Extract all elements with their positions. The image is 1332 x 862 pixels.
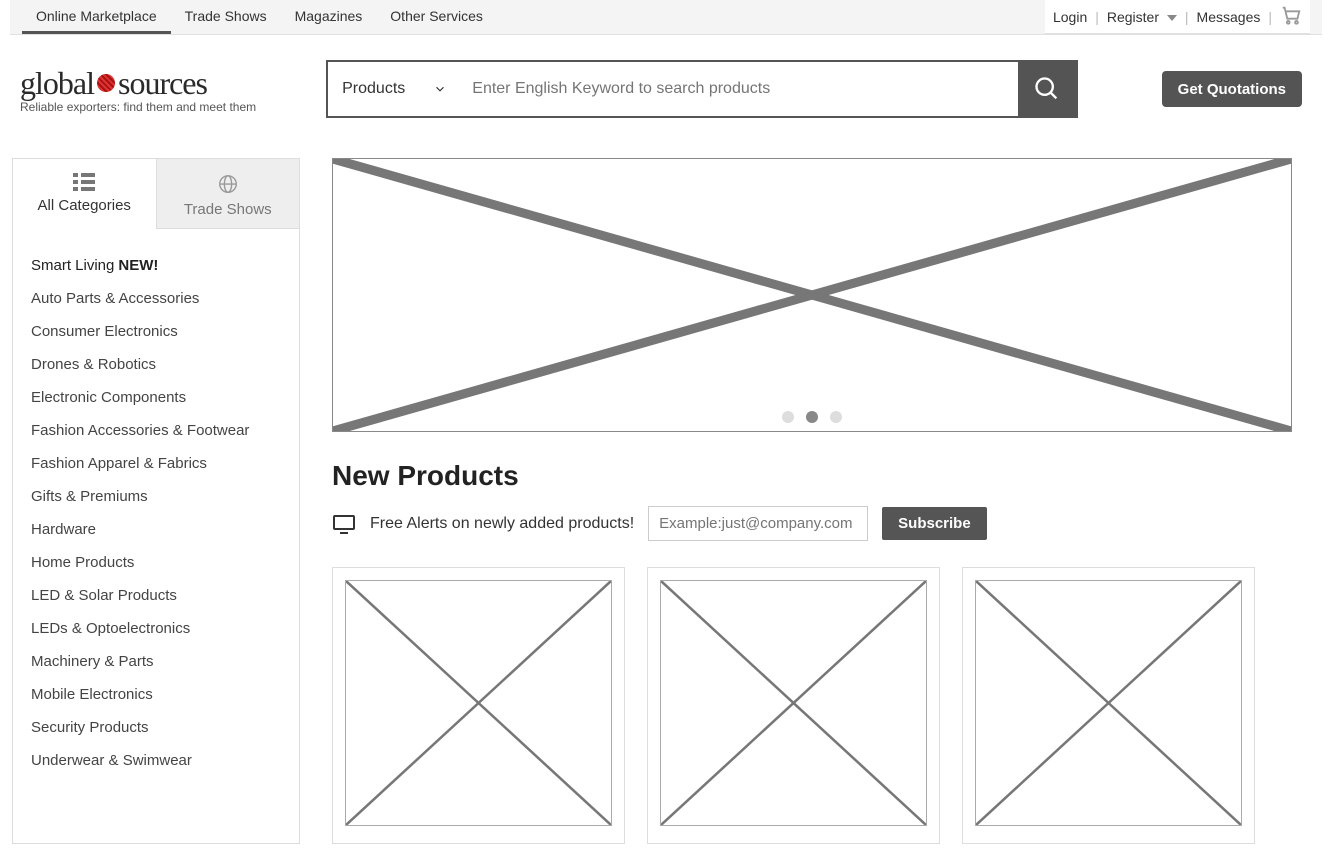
alerts-text: Free Alerts on newly added products! [370,515,634,533]
category-item[interactable]: Gifts & Premiums [31,480,281,513]
logo-text-post: sources [118,65,207,102]
category-item[interactable]: Consumer Electronics [31,315,281,348]
category-item[interactable]: Machinery & Parts [31,645,281,678]
category-item[interactable]: Electronic Components [31,381,281,414]
search-icon [1033,75,1061,103]
category-item[interactable]: Mobile Electronics [31,678,281,711]
category-list: Smart LivingNEW! Auto Parts & Accessories… [13,229,299,789]
product-grid [332,567,1292,844]
category-label: LEDs & Optoelectronics [31,620,190,637]
category-label: Mobile Electronics [31,686,153,703]
category-label: Machinery & Parts [31,653,154,670]
header: global sources Reliable exporters: find … [0,35,1332,143]
carousel-dot[interactable] [830,411,842,423]
logo-mark-icon [97,74,115,92]
main-area: All Categories Trade Shows Smart LivingN… [0,143,1332,844]
new-products-heading: New Products [332,460,1292,492]
category-label: Underwear & Swimwear [31,752,192,769]
content: New Products Free Alerts on newly added … [332,158,1292,844]
product-card[interactable] [332,567,625,844]
category-item[interactable]: Underwear & Swimwear [31,744,281,777]
carousel-dots [333,411,1291,423]
cart-icon[interactable] [1280,4,1302,29]
category-item[interactable]: Security Products [31,711,281,744]
category-item[interactable]: Drones & Robotics [31,348,281,381]
monitor-icon [332,514,356,534]
image-placeholder-icon [660,580,927,826]
category-label: Smart Living [31,257,114,274]
sidebar-tab-label: All Categories [38,197,131,214]
search-bar: Products [326,60,1078,118]
nav-online-marketplace[interactable]: Online Marketplace [22,0,171,34]
alerts-email-input[interactable] [648,506,868,541]
register-link[interactable]: Register [1107,9,1177,25]
logo-text-pre: global [20,65,94,102]
image-placeholder-icon [333,159,1291,431]
image-placeholder-icon [345,580,612,826]
top-nav-right: Login | Register | Messages | [1045,0,1310,34]
category-item[interactable]: LEDs & Optoelectronics [31,612,281,645]
search-category-dropdown[interactable]: Products [328,62,462,116]
nav-trade-shows[interactable]: Trade Shows [171,0,281,34]
logo-tagline: Reliable exporters: find them and meet t… [20,100,256,114]
carousel-dot[interactable] [782,411,794,423]
category-label: Security Products [31,719,149,736]
product-card[interactable] [962,567,1255,844]
login-link[interactable]: Login [1053,9,1087,25]
nav-other-services[interactable]: Other Services [376,0,497,34]
chevron-down-icon [1167,15,1177,21]
get-quotations-button[interactable]: Get Quotations [1162,71,1302,107]
category-item[interactable]: LED & Solar Products [31,579,281,612]
category-label: LED & Solar Products [31,587,177,604]
category-label: Electronic Components [31,389,186,406]
alerts-row: Free Alerts on newly added products! Sub… [332,506,1292,541]
sidebar-tab-tradeshows[interactable]: Trade Shows [156,159,300,229]
sidebar: All Categories Trade Shows Smart LivingN… [12,158,300,844]
category-item[interactable]: Auto Parts & Accessories [31,282,281,315]
search-input[interactable] [462,62,1017,116]
category-label: Gifts & Premiums [31,488,148,505]
subscribe-button[interactable]: Subscribe [882,507,987,540]
category-label: Home Products [31,554,134,571]
sidebar-tab-categories[interactable]: All Categories [13,159,156,229]
top-utility-bar: Online Marketplace Trade Shows Magazines… [10,0,1322,35]
category-label: Fashion Accessories & Footwear [31,422,249,439]
product-card[interactable] [647,567,940,844]
category-label: Consumer Electronics [31,323,178,340]
separator: | [1095,9,1099,25]
category-label: Hardware [31,521,96,538]
category-item[interactable]: Hardware [31,513,281,546]
messages-link[interactable]: Messages [1197,9,1261,25]
register-label: Register [1107,9,1159,25]
top-nav-left: Online Marketplace Trade Shows Magazines… [22,0,497,34]
category-item[interactable]: Fashion Apparel & Fabrics [31,447,281,480]
hero-carousel[interactable] [332,158,1292,432]
chevron-down-icon [433,82,447,96]
logo[interactable]: global sources Reliable exporters: find … [20,65,256,114]
globe-icon [217,173,239,195]
category-item[interactable]: Fashion Accessories & Footwear [31,414,281,447]
nav-magazines[interactable]: Magazines [281,0,377,34]
category-label: Fashion Apparel & Fabrics [31,455,207,472]
separator: | [1185,9,1189,25]
image-placeholder-icon [975,580,1242,826]
sidebar-tab-label: Trade Shows [184,201,272,218]
category-label: Auto Parts & Accessories [31,290,199,307]
separator: | [1268,9,1272,25]
search-button[interactable] [1018,62,1076,116]
category-item[interactable]: Smart LivingNEW! [31,249,281,282]
new-badge: NEW! [118,257,158,274]
category-label: Drones & Robotics [31,356,156,373]
search-category-label: Products [342,80,405,98]
category-item[interactable]: Home Products [31,546,281,579]
sidebar-tabs: All Categories Trade Shows [13,159,299,229]
carousel-dot[interactable] [806,411,818,423]
list-icon [73,173,95,191]
